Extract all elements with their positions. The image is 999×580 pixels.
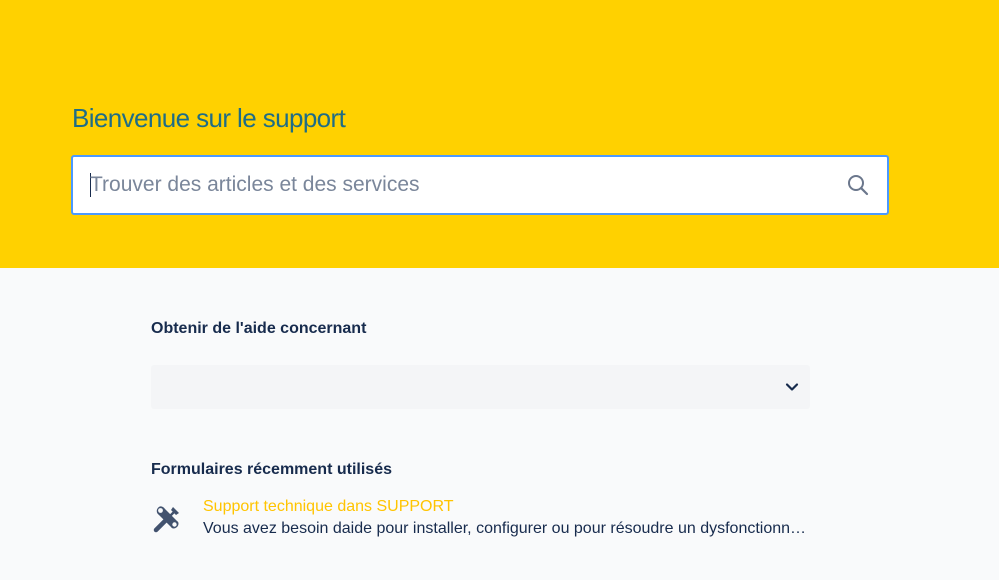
help-section-label: Obtenir de l'aide concernant xyxy=(151,320,367,337)
recent-forms-label: Formulaires récemment utilisés xyxy=(151,461,392,478)
form-title-link[interactable]: Support technique dans SUPPORT xyxy=(203,498,454,516)
hero-banner: Bienvenue sur le support xyxy=(0,0,999,268)
help-topic-select[interactable] xyxy=(151,365,810,409)
tools-icon xyxy=(153,506,179,533)
search-input[interactable] xyxy=(90,157,830,213)
chevron-down-icon[interactable] xyxy=(785,381,799,393)
search-box[interactable] xyxy=(71,155,889,215)
search-icon[interactable] xyxy=(847,174,869,196)
recent-form-item[interactable]: Support technique dans SUPPORT Vous avez… xyxy=(151,497,851,543)
form-description: Vous avez besoin daide pour installer, c… xyxy=(203,520,813,537)
page-title: Bienvenue sur le support xyxy=(72,103,346,133)
